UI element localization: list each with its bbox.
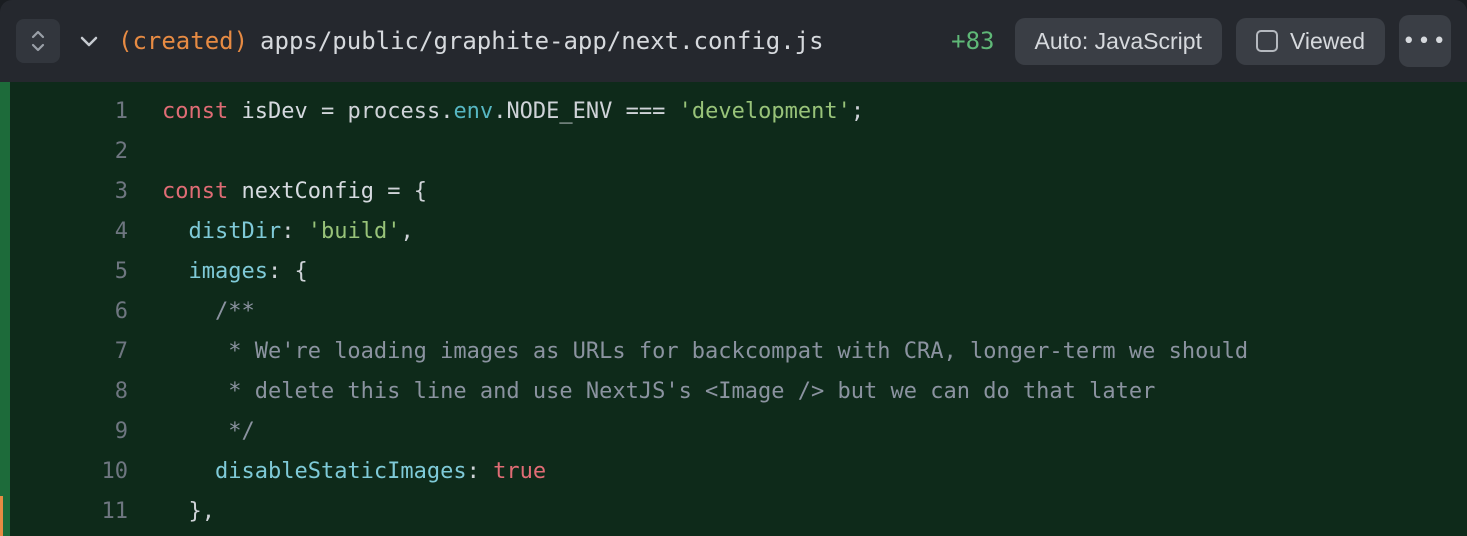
chevron-down-icon	[79, 34, 99, 48]
diff-stat: +83	[951, 27, 994, 55]
line-number[interactable]: 6	[10, 292, 128, 332]
code-area: 1234567891011 const isDev = process.env.…	[0, 82, 1467, 536]
line-number[interactable]: 8	[10, 372, 128, 412]
line-number[interactable]: 3	[10, 172, 128, 212]
viewed-toggle[interactable]: Viewed	[1236, 18, 1385, 65]
line-number[interactable]: 11	[10, 492, 128, 532]
code-line[interactable]: * We're loading images as URLs for backc…	[162, 332, 1467, 372]
code-line[interactable]: /**	[162, 292, 1467, 332]
line-numbers: 1234567891011	[10, 82, 144, 536]
file-status: (created)	[118, 27, 248, 55]
language-label: Auto: JavaScript	[1035, 28, 1202, 55]
checkbox-icon	[1256, 30, 1278, 52]
line-number[interactable]: 2	[10, 132, 128, 172]
file-path[interactable]: apps/public/graphite-app/next.config.js	[260, 27, 824, 55]
ellipsis-icon: •••	[1402, 29, 1448, 54]
line-number[interactable]: 7	[10, 332, 128, 372]
line-number[interactable]: 10	[10, 452, 128, 492]
expand-button[interactable]	[16, 19, 60, 63]
code-line[interactable]: distDir: 'build',	[162, 212, 1467, 252]
line-number[interactable]: 5	[10, 252, 128, 292]
collapse-button[interactable]	[74, 26, 104, 56]
code-line[interactable]: disableStaticImages: true	[162, 452, 1467, 492]
code-line[interactable]: images: {	[162, 252, 1467, 292]
more-button[interactable]: •••	[1399, 15, 1451, 67]
line-number[interactable]: 4	[10, 212, 128, 252]
code-line[interactable]: const nextConfig = {	[162, 172, 1467, 212]
code-line[interactable]: const isDev = process.env.NODE_ENV === '…	[162, 92, 1467, 132]
file-header: (created) apps/public/graphite-app/next.…	[0, 0, 1467, 82]
expand-icon	[29, 30, 47, 52]
line-number[interactable]: 1	[10, 92, 128, 132]
file-info: (created) apps/public/graphite-app/next.…	[118, 27, 937, 55]
code-content[interactable]: const isDev = process.env.NODE_ENV === '…	[144, 82, 1467, 536]
code-line[interactable]: */	[162, 412, 1467, 452]
code-line[interactable]: },	[162, 492, 1467, 532]
language-selector[interactable]: Auto: JavaScript	[1015, 18, 1222, 65]
diff-gutter-stripe	[0, 82, 10, 536]
viewed-label: Viewed	[1290, 28, 1365, 55]
code-line[interactable]: * delete this line and use NextJS's <Ima…	[162, 372, 1467, 412]
code-line[interactable]	[162, 132, 1467, 172]
line-number[interactable]: 9	[10, 412, 128, 452]
